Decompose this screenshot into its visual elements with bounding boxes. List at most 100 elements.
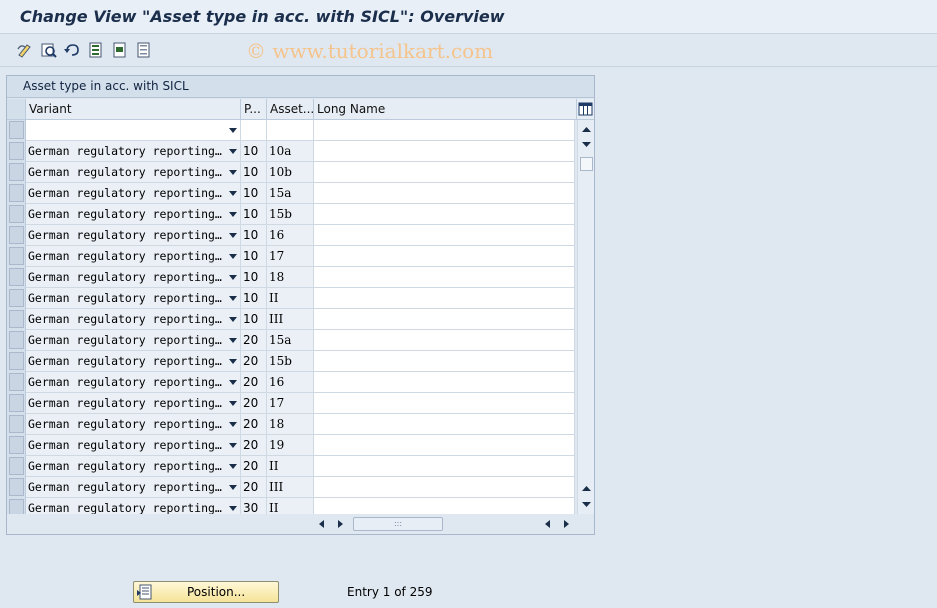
- long-name-field[interactable]: [314, 204, 575, 225]
- new-long-name-field[interactable]: [314, 120, 575, 141]
- scroll-far-right-icon[interactable]: [561, 519, 571, 529]
- long-name-field[interactable]: [314, 246, 575, 267]
- row-selector[interactable]: [9, 268, 24, 286]
- dropdown-arrow-icon[interactable]: [229, 359, 237, 364]
- long-name-field[interactable]: [314, 183, 575, 204]
- variant-cell[interactable]: German regulatory reporting…: [26, 309, 241, 330]
- select-all-rows-corner[interactable]: [7, 99, 26, 120]
- row-selector[interactable]: [9, 247, 24, 265]
- long-name-field[interactable]: [314, 288, 575, 309]
- variant-cell[interactable]: German regulatory reporting…: [26, 162, 241, 183]
- row-selector[interactable]: [9, 184, 24, 202]
- select-all-icon[interactable]: [87, 41, 105, 59]
- row-selector[interactable]: [9, 205, 24, 223]
- dropdown-arrow-icon[interactable]: [229, 191, 237, 196]
- row-selector[interactable]: [9, 163, 24, 181]
- variant-cell[interactable]: German regulatory reporting…: [26, 267, 241, 288]
- dropdown-arrow-icon[interactable]: [229, 443, 237, 448]
- variant-cell[interactable]: German regulatory reporting…: [26, 351, 241, 372]
- long-name-field[interactable]: [314, 351, 575, 372]
- scroll-right-icon[interactable]: [335, 519, 345, 529]
- column-settings-button[interactable]: [577, 99, 594, 120]
- variant-cell[interactable]: German regulatory reporting…: [26, 456, 241, 477]
- long-name-field[interactable]: [314, 141, 575, 162]
- long-name-field[interactable]: [314, 267, 575, 288]
- row-selector[interactable]: [9, 352, 24, 370]
- long-name-field[interactable]: [314, 162, 575, 183]
- long-name-field[interactable]: [314, 372, 575, 393]
- new-asset-field[interactable]: [267, 120, 314, 141]
- dropdown-arrow-icon[interactable]: [229, 128, 237, 133]
- long-name-field[interactable]: [314, 393, 575, 414]
- variant-cell[interactable]: German regulatory reporting…: [26, 246, 241, 267]
- long-name-field[interactable]: [314, 477, 575, 498]
- variant-cell[interactable]: German regulatory reporting…: [26, 435, 241, 456]
- row-selector[interactable]: [9, 142, 24, 160]
- undo-icon[interactable]: [63, 41, 81, 59]
- variant-cell[interactable]: German regulatory reporting…: [26, 372, 241, 393]
- dropdown-arrow-icon[interactable]: [229, 506, 237, 511]
- column-header-variant[interactable]: Variant: [26, 99, 241, 120]
- variant-cell[interactable]: German regulatory reporting…: [26, 225, 241, 246]
- dropdown-arrow-icon[interactable]: [229, 170, 237, 175]
- dropdown-arrow-icon[interactable]: [229, 401, 237, 406]
- variant-cell[interactable]: German regulatory reporting…: [26, 288, 241, 309]
- long-name-field[interactable]: [314, 225, 575, 246]
- dropdown-arrow-icon[interactable]: [229, 296, 237, 301]
- scroll-page-down-icon[interactable]: [581, 500, 592, 510]
- dropdown-arrow-icon[interactable]: [229, 149, 237, 154]
- deselect-all-icon[interactable]: [135, 41, 153, 59]
- long-name-field[interactable]: [314, 414, 575, 435]
- column-header-asset[interactable]: Asset...: [267, 99, 314, 120]
- row-selector[interactable]: [9, 478, 24, 496]
- new-variant-field[interactable]: [26, 120, 241, 141]
- column-header-p[interactable]: P...: [241, 99, 267, 120]
- row-selector[interactable]: [9, 415, 24, 433]
- row-selector[interactable]: [9, 121, 24, 139]
- dropdown-arrow-icon[interactable]: [229, 464, 237, 469]
- variant-cell[interactable]: German regulatory reporting…: [26, 393, 241, 414]
- long-name-field[interactable]: [314, 456, 575, 477]
- dropdown-arrow-icon[interactable]: [229, 233, 237, 238]
- scroll-far-left-icon[interactable]: [543, 519, 553, 529]
- dropdown-arrow-icon[interactable]: [229, 212, 237, 217]
- scroll-page-up-icon[interactable]: [581, 483, 592, 493]
- row-selector[interactable]: [9, 226, 24, 244]
- long-name-field[interactable]: [314, 435, 575, 456]
- vertical-scrollbar[interactable]: [577, 120, 594, 514]
- long-name-field[interactable]: [314, 330, 575, 351]
- variant-cell[interactable]: German regulatory reporting…: [26, 204, 241, 225]
- variant-cell[interactable]: German regulatory reporting…: [26, 141, 241, 162]
- row-selector[interactable]: [9, 310, 24, 328]
- scroll-up-icon[interactable]: [581, 124, 592, 134]
- row-selector[interactable]: [9, 331, 24, 349]
- position-button[interactable]: Position...: [133, 581, 279, 603]
- horizontal-scrollbar[interactable]: :::: [7, 514, 594, 534]
- dropdown-arrow-icon[interactable]: [229, 338, 237, 343]
- scroll-down-icon[interactable]: [581, 140, 592, 150]
- column-header-long-name[interactable]: Long Name: [314, 99, 577, 120]
- row-selector[interactable]: [9, 373, 24, 391]
- row-selector[interactable]: [9, 457, 24, 475]
- display-change-icon[interactable]: [16, 41, 34, 59]
- variant-cell[interactable]: German regulatory reporting…: [26, 183, 241, 204]
- variant-cell[interactable]: German regulatory reporting…: [26, 477, 241, 498]
- horizontal-scroll-thumb[interactable]: :::: [353, 517, 443, 531]
- find-icon[interactable]: [40, 41, 58, 59]
- select-block-icon[interactable]: [111, 41, 129, 59]
- row-selector[interactable]: [9, 289, 24, 307]
- dropdown-arrow-icon[interactable]: [229, 317, 237, 322]
- variant-cell[interactable]: German regulatory reporting…: [26, 330, 241, 351]
- row-selector[interactable]: [9, 436, 24, 454]
- variant-cell[interactable]: German regulatory reporting…: [26, 414, 241, 435]
- long-name-field[interactable]: [314, 309, 575, 330]
- scroll-left-icon[interactable]: [317, 519, 327, 529]
- dropdown-arrow-icon[interactable]: [229, 422, 237, 427]
- new-p-field[interactable]: [241, 120, 267, 141]
- row-selector[interactable]: [9, 394, 24, 412]
- dropdown-arrow-icon[interactable]: [229, 275, 237, 280]
- dropdown-arrow-icon[interactable]: [229, 254, 237, 259]
- dropdown-arrow-icon[interactable]: [229, 485, 237, 490]
- vertical-scroll-thumb[interactable]: [580, 157, 593, 171]
- dropdown-arrow-icon[interactable]: [229, 380, 237, 385]
